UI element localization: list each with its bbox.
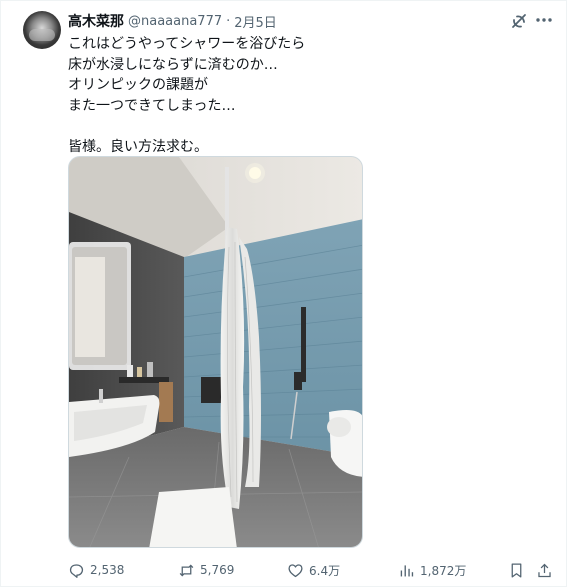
post-date[interactable]: 2月5日 (234, 12, 277, 31)
post-text-line: 皆様。良い方法求む。 (68, 138, 208, 155)
more-icon[interactable] (534, 10, 554, 30)
post-text-line: 床が水浸しにならずに済むのか… (68, 56, 278, 73)
separator-dot: · (226, 13, 231, 29)
post-text-line: オリンピックの課題が (68, 77, 208, 93)
author-name[interactable]: 高木菜那 (68, 11, 124, 31)
action-bar: 2,538 5,769 6.4万 1,872万 (68, 560, 558, 580)
reply-icon (69, 563, 84, 578)
views-button[interactable]: 1,872万 (398, 560, 466, 580)
avatar[interactable] (23, 11, 61, 49)
post-text-line: これはどうやってシャワーを浴びたら (68, 36, 306, 52)
like-button[interactable]: 6.4万 (287, 560, 340, 580)
post-text-line (68, 116, 488, 137)
post-card: 高木菜那 @naaaana777 · 2月5日 これはどうやってシャワーを浴びた… (0, 0, 567, 587)
repost-button[interactable]: 5,769 (178, 560, 234, 580)
bathroom-photo (69, 157, 362, 547)
views-icon (400, 564, 414, 576)
reply-count: 2,538 (90, 563, 125, 577)
grok-icon[interactable] (509, 11, 529, 31)
bookmark-button[interactable] (508, 560, 525, 580)
repost-icon (179, 563, 194, 577)
post-header: 高木菜那 @naaaana777 · 2月5日 (68, 11, 277, 31)
share-icon (538, 563, 551, 577)
reply-button[interactable]: 2,538 (68, 560, 124, 580)
repost-count: 5,769 (200, 563, 235, 577)
bookmark-icon (511, 562, 522, 578)
share-button[interactable] (536, 560, 553, 580)
post-text: これはどうやってシャワーを浴びたら 床が水浸しにならずに済むのか… オリンピック… (68, 34, 488, 157)
post-photo[interactable] (68, 156, 363, 548)
post-text-line: また一つできてしまった… (68, 97, 236, 114)
author-handle[interactable]: @naaaana777 (128, 14, 222, 29)
views-count: 1,872万 (420, 563, 467, 578)
heart-icon (288, 563, 303, 577)
like-count: 6.4万 (309, 563, 341, 578)
